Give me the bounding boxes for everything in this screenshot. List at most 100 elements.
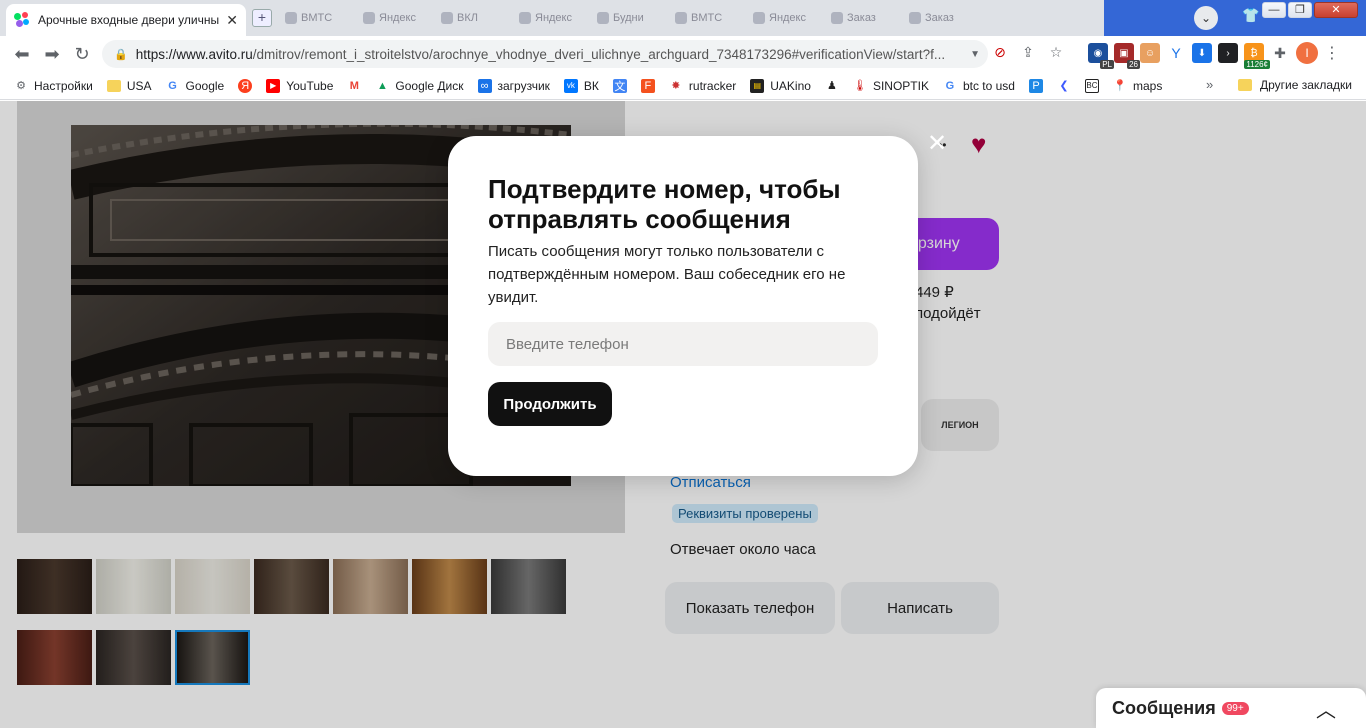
bookmark-item[interactable]: F [640, 78, 655, 93]
chess-icon: ♟ [827, 80, 837, 92]
bookmark-label: Google [185, 78, 225, 93]
bookmark-label: Google Диск [395, 78, 464, 93]
tab-favicon-icon [519, 12, 531, 24]
tab-title: Арочные входные двери уличны [38, 13, 220, 27]
bookmark-item[interactable]: 📍 maps [1113, 79, 1162, 93]
bookmark-item[interactable]: BC [1084, 78, 1099, 93]
dialog-description: Писать сообщения могут только пользовате… [488, 243, 846, 306]
continue-button[interactable]: Продолжить [488, 382, 612, 426]
back-arrow-icon[interactable]: ⬅ [10, 42, 34, 66]
ext-badge: 26 [1127, 60, 1140, 69]
bookmark-item[interactable]: 🌡 SINOPTIK [853, 79, 929, 93]
tab-favicon-icon [363, 12, 375, 24]
google-icon: G [945, 79, 955, 92]
messages-widget[interactable]: Сообщения 99+ ︿ [1096, 688, 1366, 728]
minimize-button[interactable]: — [1262, 2, 1286, 18]
tab-favicon-icon [441, 12, 453, 24]
bookmark-label: maps [1132, 78, 1163, 93]
lock-icon[interactable]: 🔒 [114, 48, 128, 61]
bookmarks-more-icon[interactable]: » [1206, 77, 1213, 92]
tab-background[interactable]: Яндекс [514, 6, 588, 30]
tab-search-chevron-icon[interactable]: ⌄ [1194, 6, 1218, 30]
bitcoin-extension-icon[interactable]: ₿ 1126¢ [1244, 43, 1270, 69]
folder-icon [1238, 79, 1252, 91]
vector-extension-icon[interactable]: Y [1166, 43, 1186, 63]
bookmark-item[interactable]: ❮ [1057, 79, 1071, 93]
folder-icon [106, 79, 121, 93]
phone-input[interactable] [488, 322, 878, 366]
download-extension-icon[interactable]: ⬇ [1192, 43, 1212, 63]
tab-background[interactable]: ВКЛ [436, 6, 510, 30]
bookmark-item[interactable]: vk ВК [563, 78, 599, 93]
new-tab-button[interactable]: + [252, 9, 272, 27]
bookmark-label: UAKino [770, 78, 811, 93]
face-extension-icon[interactable]: ☺ [1140, 43, 1160, 63]
bookmark-item[interactable]: ∞ загрузчик [477, 78, 550, 93]
omnibox-dropdown-icon[interactable]: ▼ [970, 49, 980, 60]
blocked-camera-icon[interactable]: ⊘ [990, 42, 1010, 62]
rutracker-icon: ✸ [671, 80, 681, 92]
puzzle-extensions-icon[interactable]: ✚ [1270, 43, 1290, 63]
vk-icon: vk [563, 78, 578, 93]
bookmark-item[interactable]: ▤ UAKino [750, 78, 811, 93]
window-close-button[interactable]: ✕ [1314, 2, 1358, 18]
window-controls: — ❐ ✕ [1262, 2, 1358, 18]
address-bar[interactable]: 🔒 https://www.avito.ru/dmitrov/remont_i_… [102, 40, 988, 68]
tab-favicon-icon [597, 12, 609, 24]
youtube-icon: ▶ [266, 78, 281, 93]
tab-background[interactable]: Заказ [826, 6, 900, 30]
bookmark-item[interactable]: Gbtc to usd [943, 79, 1015, 93]
bookmark-item[interactable]: ▲ Google Диск [375, 78, 464, 93]
bookmark-item[interactable]: ✸ rutracker [669, 79, 736, 93]
close-icon[interactable]: ✕ [926, 132, 948, 156]
terminal-extension-icon[interactable]: › [1218, 43, 1238, 63]
browser-toolbar: ⬅ ➡ ↻ 🔒 https://www.avito.ru/dmitrov/rem… [0, 36, 1366, 72]
p-icon: P [1028, 78, 1043, 93]
tab-strip: Арочные входные двери уличны ✕ + ВМТС Ян… [0, 0, 1366, 36]
calendar-extension-icon[interactable]: ▣ 26 [1114, 43, 1140, 69]
bookmark-item[interactable]: M [347, 79, 361, 93]
reload-icon[interactable]: ↻ [70, 42, 94, 66]
bookmark-item[interactable]: USA [106, 79, 152, 93]
tab-active[interactable]: Арочные входные двери уличны ✕ [6, 4, 246, 36]
url-path: /dmitrov/remont_i_stroitelstvo/arochnye_… [252, 46, 946, 62]
tab-favicon-icon [675, 12, 687, 24]
bookmark-label: Настройки [34, 78, 93, 93]
theme-shirt-icon[interactable]: 👕 [1242, 7, 1259, 24]
forward-arrow-icon[interactable]: ➡ [40, 42, 64, 66]
chevron-up-icon[interactable]: ︿ [1316, 694, 1336, 723]
bookmark-label: btc to usd [962, 78, 1015, 93]
tab-background[interactable]: Яндекс [358, 6, 432, 30]
verify-phone-dialog: Подтвердите номер, чтобы отправлять сооб… [448, 136, 918, 476]
tab-background[interactable]: Будни [592, 6, 666, 30]
arrow-icon: ❮ [1059, 80, 1069, 92]
bc-icon: BC [1084, 78, 1099, 93]
bookmark-item[interactable]: ⚙ Настройки [14, 79, 93, 93]
gmail-icon: M [349, 79, 359, 92]
bookmark-star-icon[interactable]: ☆ [1046, 42, 1066, 62]
loop-icon: ∞ [477, 78, 492, 93]
background-tabs: ВМТС Яндекс ВКЛ Яндекс Будни ВМТС Яндекс… [280, 6, 978, 30]
bookmark-item[interactable]: G Google [166, 78, 225, 93]
restore-button[interactable]: ❐ [1288, 2, 1312, 18]
bookmark-label: rutracker [688, 78, 737, 93]
tab-background[interactable]: ВМТС [280, 6, 354, 30]
profile-avatar[interactable]: I [1296, 42, 1318, 64]
bookmark-item[interactable]: P [1028, 78, 1043, 93]
bookmark-item[interactable]: ♟ [825, 79, 839, 93]
tab-background[interactable]: Заказ [904, 6, 978, 30]
other-bookmarks-label: Другие закладки [1260, 78, 1352, 92]
tab-background[interactable]: ВМТС [670, 6, 744, 30]
bookmark-item[interactable]: Я [238, 78, 253, 93]
other-bookmarks[interactable]: Другие закладки [1238, 78, 1352, 92]
maps-icon: 📍 [1113, 80, 1127, 92]
share-icon[interactable]: ⇪ [1018, 42, 1038, 62]
bookmarks-bar: ⚙ Настройки USA G Google Я ▶ YouTube M ▲ Goo… [0, 72, 1366, 100]
yandex-icon: Я [238, 78, 253, 93]
vpn-extension-icon[interactable]: ◉ PL [1088, 43, 1114, 69]
bookmark-item[interactable]: ▶ YouTube [266, 78, 333, 93]
bookmark-item[interactable]: 文 [612, 78, 627, 93]
tab-close-icon[interactable]: ✕ [226, 12, 238, 29]
browser-menu-icon[interactable]: ⋮ [1324, 43, 1340, 63]
tab-background[interactable]: Яндекс [748, 6, 822, 30]
